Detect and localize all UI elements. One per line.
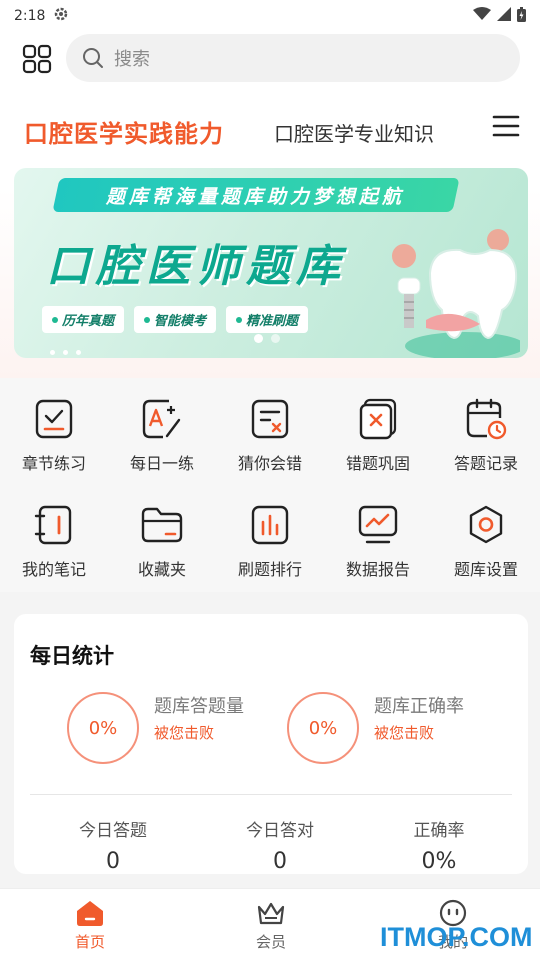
stats-divider [30, 794, 512, 795]
page-dot [50, 350, 55, 355]
feature-label: 章节练习 [21, 454, 86, 473]
top-area: 搜索 口腔医学实践能力 口腔医学专业知识 题库帮海量题库助力梦想起航 口腔医师题… [0, 32, 540, 378]
accuracy-ring: 0% [287, 692, 359, 764]
today-accuracy: 正确率 0% [364, 816, 514, 874]
feature-label: 每日一练 [129, 454, 194, 473]
battery-icon [517, 6, 526, 26]
feature-label: 题库设置 [453, 560, 518, 579]
ranking-icon [251, 505, 289, 545]
tab-vip-label: 会员 [255, 933, 286, 951]
feature-label: 收藏夹 [137, 560, 186, 579]
feature-favorites[interactable]: 收藏夹 [108, 504, 216, 580]
status-bar: 2:18 [0, 0, 540, 32]
promo-banner[interactable]: 题库帮海量题库助力梦想起航 口腔医师题库 历年真题 智能模考 精准刷题 [14, 168, 528, 358]
feature-wrong-review[interactable]: 错题巩固 [324, 398, 432, 474]
banner-slider-dots [254, 334, 280, 343]
page-dot [63, 350, 68, 355]
guess-wrong-icon [251, 399, 289, 439]
today-accuracy-label: 正确率 [413, 821, 465, 841]
tab-home-label: 首页 [74, 933, 105, 951]
search-placeholder: 搜索 [114, 49, 150, 70]
search-icon [83, 48, 103, 68]
grid-menu-button[interactable] [22, 44, 52, 74]
feature-chapter-practice[interactable]: 章节练习 [0, 398, 108, 474]
answer-count-ring: 0% [67, 692, 139, 764]
status-time: 2:18 [14, 8, 46, 24]
banner-tag: 历年真题 [42, 306, 125, 333]
banner-headline: 口腔医师题库 [46, 241, 346, 292]
wifi-icon [473, 7, 491, 25]
settings-status-icon [53, 6, 69, 26]
search-input[interactable]: 搜索 [66, 34, 520, 82]
feature-label: 数据报告 [345, 560, 410, 579]
today-answered-label: 今日答题 [79, 821, 147, 841]
banner-tag: 精准刷题 [226, 306, 309, 333]
daily-practice-icon [142, 399, 181, 439]
category-tab-secondary[interactable]: 口腔医学专业知识 [274, 118, 434, 147]
feature-settings[interactable]: 题库设置 [432, 504, 540, 580]
answer-count-sub: 被您击败 [154, 724, 215, 742]
feature-label: 错题巩固 [345, 454, 410, 473]
daily-stats-title: 每日统计 [30, 644, 114, 668]
today-correct-value: 0 [273, 849, 287, 874]
daily-stats-card: 每日统计 0% 题库答题量 被您击败 0% 题库正确率 被您击败 今日答题 0 … [14, 614, 528, 874]
feature-label: 我的笔记 [21, 560, 86, 579]
bottom-gap [0, 874, 540, 888]
slider-dot [254, 334, 263, 343]
tab-vip[interactable]: 会员 [221, 899, 321, 952]
settings-icon [469, 505, 503, 544]
chapter-practice-icon [35, 399, 73, 439]
feature-ranking[interactable]: 刷题排行 [216, 504, 324, 580]
accuracy-label: 题库正确率 [374, 696, 464, 717]
banner-tags: 历年真题 智能模考 精准刷题 [42, 306, 309, 333]
home-icon [77, 901, 103, 926]
answer-count-label: 题库答题量 [154, 696, 244, 717]
feature-grid: 章节练习 每日一练 猜你会错 错题巩固 答题记录 我的笔记 收藏夹 刷题排行 数… [0, 378, 540, 592]
feature-guess-wrong[interactable]: 猜你会错 [216, 398, 324, 474]
page-dot [76, 350, 81, 355]
slider-dot [271, 334, 280, 343]
grid-icon [22, 44, 52, 74]
banner-ribbon: 题库帮海量题库助力梦想起航 [52, 178, 460, 212]
feature-label: 答题记录 [453, 454, 518, 473]
banner-page-dots [50, 350, 81, 355]
notes-icon [34, 505, 72, 545]
accuracy-sub: 被您击败 [374, 724, 435, 742]
feature-answer-record[interactable]: 答题记录 [432, 398, 540, 474]
feature-data-report[interactable]: 数据报告 [324, 504, 432, 580]
today-answered: 今日答题 0 [38, 816, 188, 874]
data-report-icon [358, 505, 398, 544]
tab-home[interactable]: 首页 [40, 899, 140, 952]
banner-ribbon-text: 题库帮海量题库助力梦想起航 [106, 185, 406, 208]
today-correct: 今日答对 0 [205, 816, 355, 874]
answer-count-percent: 0% [88, 717, 118, 739]
today-answered-value: 0 [106, 849, 120, 874]
watermark-text: ITMOP.COM [380, 922, 533, 952]
feature-label: 刷题排行 [237, 560, 302, 579]
menu-button[interactable] [492, 112, 520, 140]
feature-label: 猜你会错 [237, 454, 302, 473]
wrong-review-icon [359, 398, 397, 440]
hamburger-icon [492, 115, 520, 137]
favorites-folder-icon [141, 507, 183, 543]
banner-tag: 智能模考 [134, 306, 217, 333]
answer-record-icon [466, 398, 507, 440]
today-accuracy-value: 0% [421, 849, 457, 874]
feature-daily-practice[interactable]: 每日一练 [108, 398, 216, 474]
today-correct-label: 今日答对 [246, 821, 314, 841]
category-tab-active[interactable]: 口腔医学实践能力 [24, 114, 224, 149]
accuracy-percent: 0% [308, 717, 338, 739]
signal-icon [497, 7, 511, 25]
tooth-illustration [392, 229, 520, 358]
crown-icon [257, 902, 285, 925]
feature-notes[interactable]: 我的笔记 [0, 504, 108, 580]
